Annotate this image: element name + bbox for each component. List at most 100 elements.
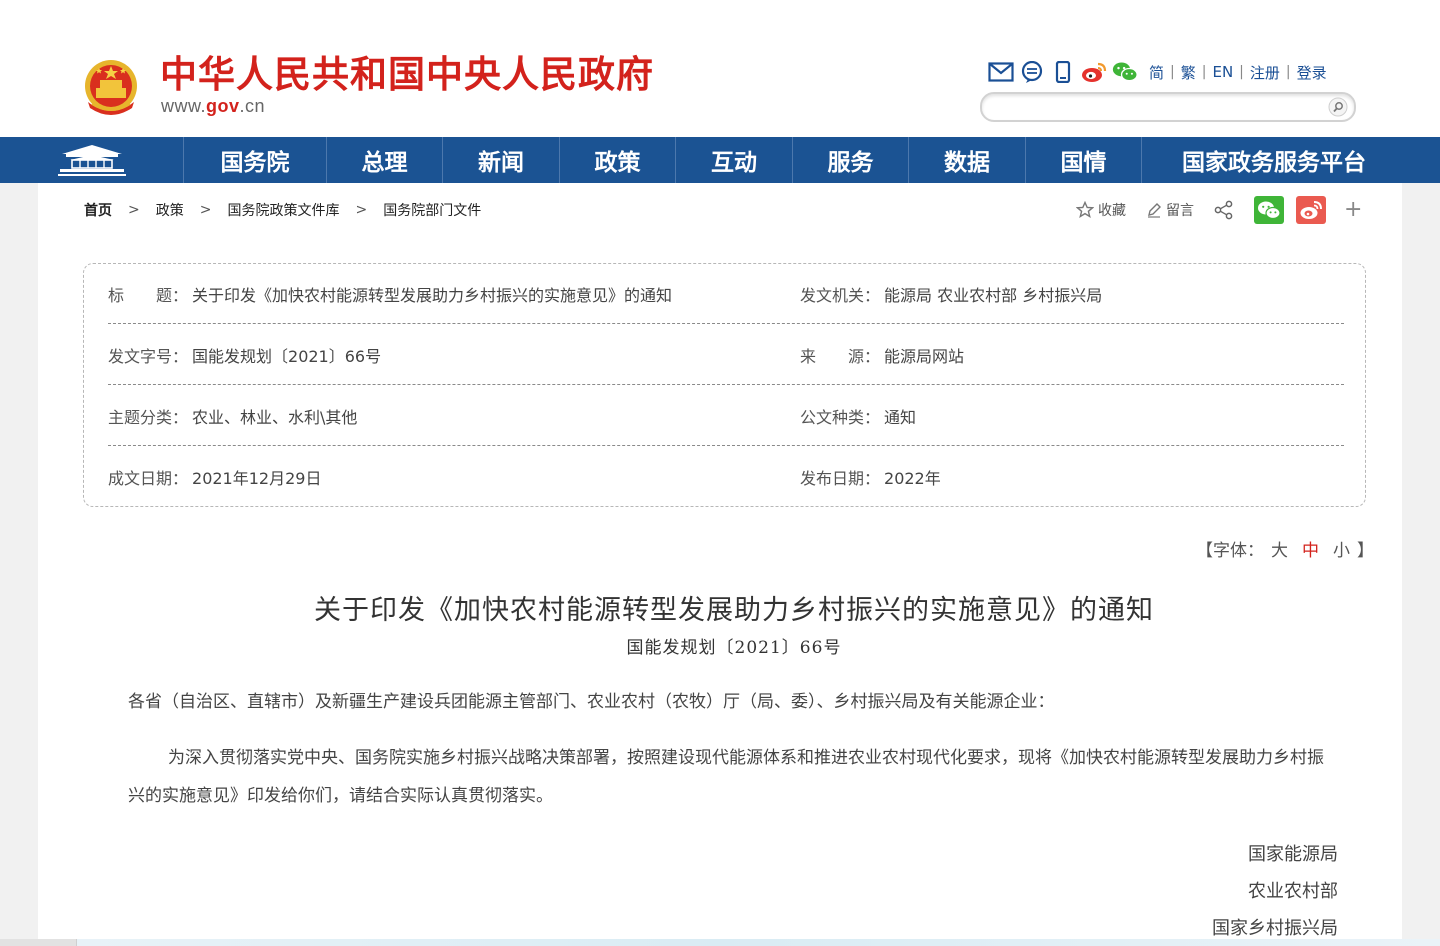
- comment-label: 留言: [1166, 203, 1194, 219]
- divider: [108, 323, 1344, 324]
- domain-mid: gov: [206, 96, 240, 116]
- site-title[interactable]: 中华人民共和国中央人民政府: [160, 52, 654, 98]
- nav-item-interaction[interactable]: 互动: [676, 137, 793, 183]
- message-icon[interactable]: [1019, 60, 1045, 84]
- info-written-date: 成文日期： 2021年12月29日: [108, 465, 321, 489]
- written-value: 2021年12月29日: [192, 469, 322, 488]
- right-gutter: [1402, 183, 1440, 946]
- title-value: 关于印发《加快农村能源转型发展助力乡村振兴的实施意见》的通知: [192, 286, 673, 305]
- domain-suffix: .cn: [239, 96, 266, 116]
- register-link[interactable]: 注册: [1244, 62, 1286, 83]
- english-link[interactable]: EN: [1206, 63, 1239, 81]
- nav-item-service-platform[interactable]: 国家政务服务平台: [1142, 137, 1406, 183]
- signature-agriculture-ministry: 农业农村部: [1248, 881, 1338, 902]
- info-row-2: 发文字号： 国能发规划〔2021〕66号 来 源： 能源局网站: [108, 325, 1344, 385]
- chevron-right-icon: >: [355, 202, 368, 218]
- info-row-1: 标 题： 关于印发《加快农村能源转型发展助力乡村振兴的实施意见》的通知 发文机关：…: [108, 264, 1344, 324]
- favorite-button[interactable]: 收藏: [1076, 200, 1126, 220]
- weibo-share-icon[interactable]: [1296, 196, 1326, 224]
- source-label: 来 源：: [800, 347, 881, 366]
- wechat-share-icon[interactable]: [1254, 196, 1284, 224]
- search-box: [980, 92, 1356, 122]
- nav-item-news[interactable]: 新闻: [443, 137, 560, 183]
- search-icon[interactable]: [1328, 97, 1348, 117]
- title-label: 标 题：: [108, 286, 189, 305]
- info-title: 标 题： 关于印发《加快农村能源转型发展助力乡村振兴的实施意见》的通知: [108, 282, 672, 306]
- article-docno: 国能发规划〔2021〕66号: [626, 638, 842, 658]
- issuer-value: 能源局 农业农村部 乡村振兴局: [884, 286, 1103, 305]
- info-type: 公文种类： 通知: [800, 404, 916, 428]
- site-domain[interactable]: www.gov.cn: [161, 96, 265, 117]
- document-info-box: 标 题： 关于印发《加快农村能源转型发展助力乡村振兴的实施意见》的通知 发文机关：…: [83, 263, 1366, 507]
- signature-energy-admin: 国家能源局: [1248, 844, 1338, 865]
- info-row-3: 主题分类： 农业、林业、水利\其他 公文种类： 通知: [108, 386, 1344, 446]
- info-row-4: 成文日期： 2021年12月29日 发布日期： 2022年: [108, 447, 1344, 507]
- type-value: 通知: [884, 408, 917, 427]
- bottom-strip: [0, 939, 1440, 946]
- issuer-label: 发文机关：: [800, 286, 881, 305]
- traditional-link[interactable]: 繁: [1175, 62, 1202, 83]
- domain-prefix: www.: [161, 96, 207, 116]
- nav-item-services[interactable]: 服务: [793, 137, 909, 183]
- article-body: 为深入贯彻落实党中央、国务院实施乡村振兴战略决策部署，按照建设现代能源体系和推进…: [128, 748, 1324, 806]
- article-title: 关于印发《加快农村能源转型发展助力乡村振兴的实施意见》的通知: [314, 595, 1154, 626]
- font-size-control: 【字体： 大中小】: [1196, 536, 1374, 561]
- docno-label: 发文字号：: [108, 347, 189, 366]
- topic-value: 农业、林业、水利\其他: [192, 408, 358, 427]
- published-value: 2022年: [884, 469, 941, 488]
- nav-home-icon[interactable]: [0, 137, 184, 183]
- site-header: 中华人民共和国中央人民政府 www.gov.cn 简 | 繁 | EN | 注册 | 登…: [0, 0, 1440, 137]
- breadcrumb-department-docs[interactable]: 国务院部门文件: [383, 200, 481, 220]
- breadcrumb: 首页 > 政策 > 国务院政策文件库 > 国务院部门文件: [84, 200, 481, 220]
- written-label: 成文日期：: [108, 469, 189, 488]
- font-large-button[interactable]: 大: [1271, 541, 1288, 561]
- signature-rural-revitalization: 国家乡村振兴局: [1212, 918, 1338, 939]
- font-medium-button[interactable]: 中: [1302, 541, 1319, 561]
- nav-item-policy[interactable]: 政策: [560, 137, 676, 183]
- chevron-right-icon: >: [128, 202, 140, 218]
- published-label: 发布日期：: [800, 469, 881, 488]
- font-small-button[interactable]: 小: [1333, 541, 1350, 561]
- nav-item-state-council[interactable]: 国务院: [184, 137, 327, 183]
- share-bar: 收藏 留言 +: [1076, 196, 1362, 224]
- login-link[interactable]: 登录: [1291, 62, 1333, 83]
- font-control-close: 】: [1357, 541, 1374, 561]
- breadcrumb-home[interactable]: 首页: [84, 200, 112, 220]
- type-label: 公文种类：: [800, 408, 881, 427]
- nav-item-premier[interactable]: 总理: [327, 137, 443, 183]
- search-input[interactable]: [994, 94, 1328, 120]
- main-nav: 国务院 总理 新闻 政策 互动 服务 数据 国情 国家政务服务平台: [0, 137, 1440, 183]
- info-issuer: 发文机关： 能源局 农业农村部 乡村振兴局: [800, 282, 1102, 306]
- source-value: 能源局网站: [884, 347, 965, 366]
- comment-button[interactable]: 留言: [1146, 200, 1194, 220]
- simplified-link[interactable]: 简: [1143, 62, 1170, 83]
- info-published-date: 发布日期： 2022年: [800, 465, 941, 489]
- chevron-right-icon: >: [199, 202, 212, 218]
- divider: [108, 445, 1344, 446]
- mobile-icon[interactable]: [1050, 60, 1076, 84]
- article-salutation: 各省（自治区、直辖市）及新疆生产建设兵团能源主管部门、农业农村（农牧）厅（局、委…: [128, 692, 1055, 712]
- nav-item-data[interactable]: 数据: [909, 137, 1026, 183]
- breadcrumb-policy[interactable]: 政策: [156, 200, 184, 220]
- favorite-label: 收藏: [1098, 203, 1126, 219]
- info-topic: 主题分类： 农业、林业、水利\其他: [108, 404, 357, 428]
- share-icon[interactable]: [1214, 200, 1238, 220]
- breadcrumb-policy-library[interactable]: 国务院政策文件库: [227, 200, 339, 220]
- nav-item-national-info[interactable]: 国情: [1026, 137, 1142, 183]
- bottom-strip-left: [0, 939, 77, 946]
- national-emblem-icon[interactable]: [82, 58, 140, 118]
- weibo-icon[interactable]: [1081, 60, 1107, 84]
- header-tools: 简 | 繁 | EN | 注册 | 登录: [988, 58, 1333, 86]
- info-docno: 发文字号： 国能发规划〔2021〕66号: [108, 343, 381, 367]
- wechat-icon[interactable]: [1112, 60, 1138, 84]
- mail-icon[interactable]: [988, 60, 1014, 84]
- pencil-icon: [1148, 203, 1161, 218]
- topic-label: 主题分类：: [108, 408, 189, 427]
- info-source: 来 源： 能源局网站: [800, 343, 964, 367]
- left-gutter: [0, 183, 38, 946]
- docno-value: 国能发规划〔2021〕66号: [192, 347, 382, 366]
- divider: [108, 384, 1344, 385]
- font-control-open: 【字体：: [1196, 541, 1264, 561]
- star-icon: [1076, 201, 1094, 218]
- more-share-icon[interactable]: +: [1344, 199, 1362, 221]
